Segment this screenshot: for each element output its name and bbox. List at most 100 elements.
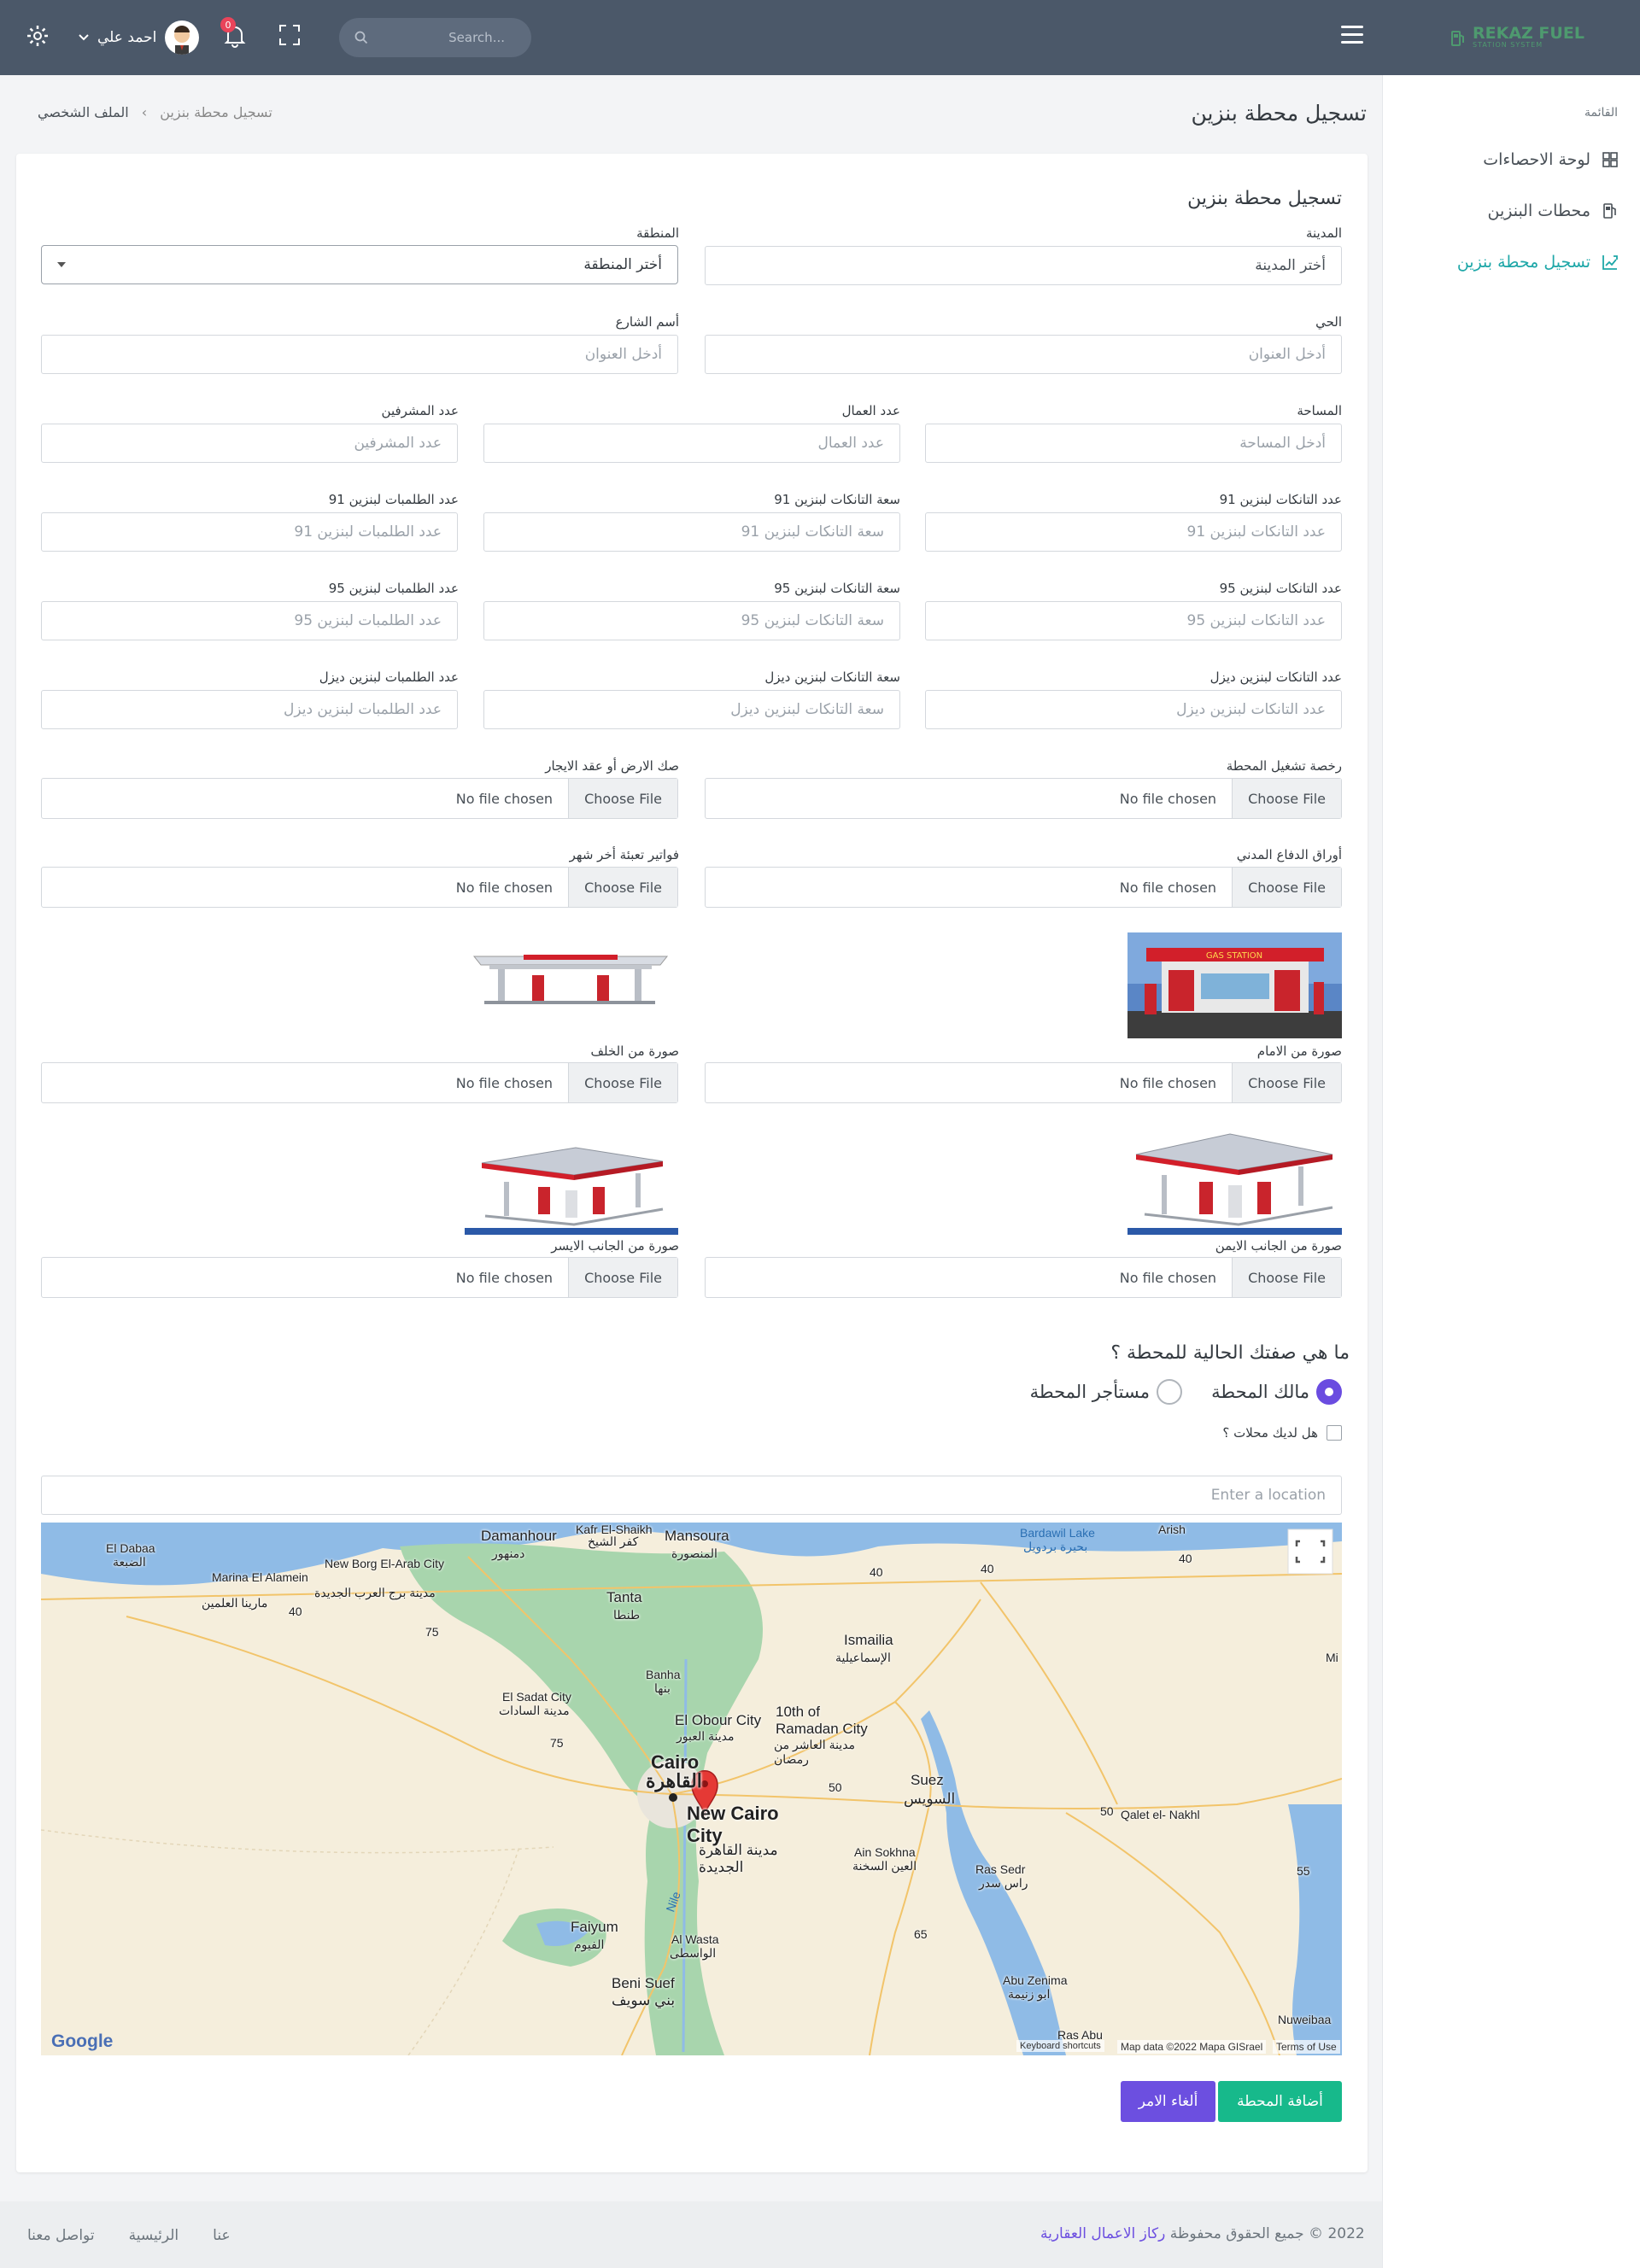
choose-file-button[interactable]: Choose File [1232, 1258, 1341, 1297]
left-side-photo-file-input[interactable]: Choose File No file chosen [41, 1257, 678, 1298]
footer-link-contact[interactable]: تواصل معنا [27, 2227, 95, 2244]
tanks95-input[interactable]: عدد التانكات لبنزين 95 [925, 601, 1342, 640]
choose-file-button[interactable]: Choose File [568, 1258, 677, 1297]
map-label: راس سدر [979, 1876, 1028, 1890]
search-input[interactable] [377, 30, 505, 45]
user-menu[interactable]: احمد علي [79, 20, 200, 55]
cancel-button[interactable]: ألغاء الامر [1121, 2081, 1215, 2122]
sidebar-item-stations[interactable]: محطات البنزين [1487, 202, 1618, 220]
workers-input[interactable]: عدد العمال [483, 424, 900, 463]
page-title: تسجيل محطة بنزين [1191, 101, 1368, 126]
brand-logo[interactable]: REKAZ FUEL STATION SYSTEM [1450, 26, 1584, 49]
pumps-diesel-label: عدد الطلمبات لبنزين ديزل [319, 669, 459, 685]
road-marker: 40 [981, 1562, 994, 1575]
top-bar: REKAZ FUEL STATION SYSTEM 0 احمد علي [0, 0, 1640, 75]
checkbox[interactable] [1327, 1425, 1342, 1441]
radio-unselected[interactable] [1157, 1379, 1182, 1405]
sidebar [1382, 75, 1640, 2268]
sidebar-item-dashboard[interactable]: لوحة الاحصاءات [1483, 150, 1618, 169]
map-label: القاهرة [646, 1770, 702, 1792]
tenant-radio[interactable]: مستأجر المحطة [1030, 1379, 1182, 1405]
footer-link-about[interactable]: عنا [213, 2227, 230, 2244]
capacity-diesel-input[interactable]: سعة التانكات لبنزين ديزل [483, 690, 900, 729]
city-label: المدينة [1305, 225, 1342, 241]
caret-down-icon [57, 262, 66, 267]
map-label: الضبعة [113, 1555, 146, 1569]
civil-defense-file-input[interactable]: Choose File No file chosen [705, 867, 1342, 908]
choose-file-button[interactable]: Choose File [568, 1063, 677, 1102]
choose-file-button[interactable]: Choose File [568, 868, 677, 907]
tanks-diesel-input[interactable]: عدد التانكات لبنزين ديزل [925, 690, 1342, 729]
breadcrumb-root[interactable]: الملف الشخصي [38, 104, 129, 120]
search-icon [354, 31, 368, 44]
map-label: Suez [911, 1772, 944, 1788]
region-select[interactable]: أختر المنطقة [41, 245, 678, 284]
pumps91-label: عدد الطلمبات لبنزين 91 [328, 492, 459, 507]
location-search-input[interactable]: Enter a location [41, 1476, 1342, 1515]
street-input[interactable]: أدخل العنوان [41, 335, 678, 374]
right-side-photo-file-input[interactable]: Choose File No file chosen [705, 1257, 1342, 1298]
choose-file-button[interactable]: Choose File [1232, 1063, 1341, 1102]
shops-checkbox[interactable]: هل لديك محلات ؟ [1222, 1425, 1342, 1441]
bills-file-input[interactable]: Choose File No file chosen [41, 867, 678, 908]
sidebar-item-register-station[interactable]: تسجيل محطة بنزين [1457, 253, 1618, 272]
right-side-photo-label: صورة من الجانب الايمن [1215, 1238, 1342, 1254]
map-label: Abu Zenima [1003, 1973, 1068, 1987]
area-input[interactable]: أدخل المساحة [925, 424, 1342, 463]
map-label: Marina El Alamein [212, 1570, 308, 1584]
user-name: احمد علي [97, 29, 157, 46]
tanks91-input[interactable]: عدد التانكات لبنزين 91 [925, 512, 1342, 552]
choose-file-button[interactable]: Choose File [1232, 868, 1341, 907]
footer-link-home[interactable]: الرئيسية [129, 2227, 179, 2244]
file-status: No file chosen [455, 879, 554, 896]
pumps95-input[interactable]: عدد الطلمبات لبنزين 95 [41, 601, 458, 640]
map-label: كفر الشيخ [588, 1534, 639, 1548]
keyboard-shortcuts-link[interactable]: Keyboard shortcuts [1016, 2040, 1104, 2052]
map-label: بحيرة بردويل [1023, 1540, 1088, 1553]
city-select[interactable]: أختر المدينة [705, 246, 1342, 285]
terms-of-use-link[interactable]: Terms of Use [1273, 2040, 1340, 2054]
front-photo-file-input[interactable]: Choose File No file chosen [705, 1062, 1342, 1103]
brand-name: REKAZ FUEL [1473, 24, 1584, 43]
location-map[interactable]: Damanhour دمنهور Kafr El-Shaikh كفر الشي… [41, 1523, 1342, 2055]
road-marker: 40 [289, 1605, 302, 1618]
owner-radio-label: مالك المحطة [1211, 1382, 1309, 1402]
sidebar-item-label: محطات البنزين [1487, 202, 1590, 220]
choose-file-button[interactable]: Choose File [1232, 779, 1341, 818]
fuel-pump-icon [1603, 203, 1616, 219]
search-box[interactable] [339, 18, 531, 57]
sidebar-item-label: لوحة الاحصاءات [1483, 150, 1590, 169]
road-marker: 50 [1100, 1804, 1114, 1818]
choose-file-button[interactable]: Choose File [568, 779, 677, 818]
gear-icon[interactable] [26, 24, 50, 48]
back-photo-label: صورة من الخلف [590, 1043, 680, 1059]
breadcrumb: تسجيل محطة بنزين › الملف الشخصي [17, 104, 272, 120]
pumps91-input[interactable]: عدد الطلمبات لبنزين 91 [41, 512, 458, 552]
tenant-radio-label: مستأجر المحطة [1029, 1382, 1150, 1402]
capacity91-input[interactable]: سعة التانكات لبنزين 91 [483, 512, 900, 552]
supervisors-input[interactable]: عدد المشرفين [41, 424, 458, 463]
front-photo-preview: GAS STATION [1128, 932, 1342, 1038]
fullscreen-icon[interactable] [278, 24, 301, 46]
back-photo-file-input[interactable]: Choose File No file chosen [41, 1062, 678, 1103]
pumps-diesel-input[interactable]: عدد الطلمبات لبنزين ديزل [41, 690, 458, 729]
fuel-logo-icon [1451, 30, 1464, 46]
company-link[interactable]: ركاز الاعمال العقارية [1040, 2225, 1165, 2242]
map-label: Nuweibaa [1278, 2013, 1332, 2026]
avatar [165, 20, 200, 55]
license-file-input[interactable]: Choose File No file chosen [705, 778, 1342, 819]
map-label: الإسماعيلية [835, 1651, 891, 1664]
tanks-diesel-label: عدد التانكات لبنزين ديزل [1210, 669, 1342, 685]
deed-file-input[interactable]: Choose File No file chosen [41, 778, 678, 819]
owner-radio[interactable]: مالك المحطة [1211, 1379, 1342, 1405]
tanks95-label: عدد التانكات لبنزين 95 [1219, 581, 1342, 596]
district-input[interactable]: أدخل العنوان [705, 335, 1342, 374]
map-label: طنطا [613, 1608, 641, 1622]
supervisors-label: عدد المشرفين [381, 403, 459, 418]
add-station-button[interactable]: أضافة المحطة [1218, 2081, 1342, 2122]
map-label: مدينة العبور [676, 1729, 735, 1743]
radio-selected[interactable] [1316, 1379, 1342, 1405]
capacity95-input[interactable]: سعة التانكات لبنزين 95 [483, 601, 900, 640]
menu-toggle-icon[interactable] [1341, 26, 1363, 44]
map-label: Ain Sokhna [854, 1845, 916, 1859]
